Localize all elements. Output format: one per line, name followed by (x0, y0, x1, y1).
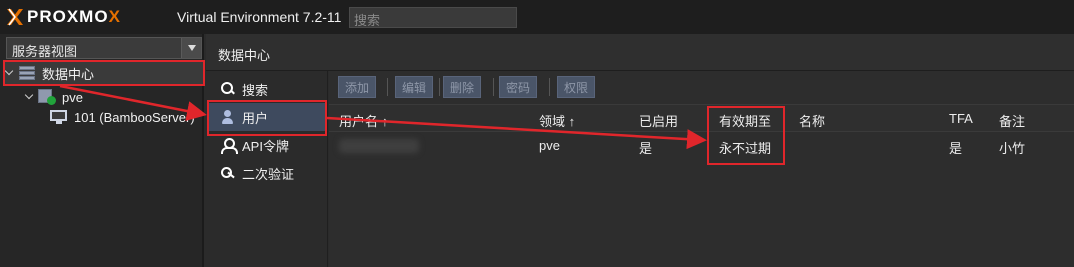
cell-enabled: 是 (639, 141, 653, 156)
cell-realm: pve (539, 138, 560, 153)
search-icon (220, 81, 236, 97)
cell-tfa: 是 (949, 141, 963, 156)
toolbar-separator (439, 78, 440, 96)
column-header-username[interactable]: 用户名 ↑ (339, 111, 388, 130)
add-button[interactable]: 添加 (338, 76, 376, 98)
column-header-enabled[interactable]: 已启用 (639, 111, 678, 130)
vm-monitor-icon (50, 110, 68, 124)
toolbar-separator (549, 78, 550, 96)
node-online-icon (38, 89, 56, 105)
toolbar-separator (493, 78, 494, 96)
logo-text: PROXMOX (27, 7, 121, 26)
breadcrumb-bar: 数据中心 (206, 34, 1074, 71)
proxmox-x-icon (6, 8, 24, 26)
column-header-comment[interactable]: 备注 (999, 111, 1025, 130)
annotation-box-datacenter (3, 60, 205, 86)
tree-item-label: 101 (BambooServer) (74, 109, 195, 125)
nav-item-label: 搜索 (242, 82, 269, 98)
chevron-down-icon[interactable] (24, 92, 34, 102)
users-toolbar: 添加 编辑 删除 密码 权限 (329, 71, 1074, 104)
tree-item-label: pve (62, 89, 83, 105)
edit-button[interactable]: 编辑 (395, 76, 433, 98)
key-icon (220, 165, 236, 181)
password-button[interactable]: 密码 (499, 76, 537, 98)
table-row[interactable]: pve 是 永不过期 是 小竹 (329, 132, 1074, 160)
annotation-box-users (207, 100, 327, 136)
tree-item-vm-101[interactable]: 101 (BambooServer) (50, 106, 195, 128)
nav-item-two-factor[interactable]: 二次验证 (208, 159, 326, 187)
top-header: PROXMOX Virtual Environment 7.2-11 搜索 (0, 0, 1074, 34)
product-title: Virtual Environment 7.2-11 (177, 9, 342, 25)
column-header-name[interactable]: 名称 (799, 111, 825, 130)
users-table-header: 用户名 ↑ 领域 ↑ 已启用 有效期至 名称 TFA 备注 (329, 104, 1074, 132)
main-panel: 数据中心 搜索 用户 API令牌 二次验证 添加 编辑 删除 密码 权限 用户名… (206, 34, 1074, 267)
delete-button[interactable]: 删除 (443, 76, 481, 98)
nav-item-search[interactable]: 搜索 (208, 75, 326, 103)
view-select-value: 服务器视图 (12, 45, 78, 60)
tree-item-node-pve[interactable]: pve (24, 86, 83, 108)
api-token-icon (220, 137, 238, 154)
proxmox-logo[interactable]: PROXMOX (6, 7, 121, 27)
toolbar-separator (387, 78, 388, 96)
chevron-down-icon[interactable] (181, 38, 201, 58)
annotation-box-expire (707, 106, 785, 165)
breadcrumb: 数据中心 (218, 48, 271, 63)
redacted-username (339, 139, 419, 153)
permissions-button[interactable]: 权限 (557, 76, 595, 98)
global-search-input[interactable]: 搜索 (349, 7, 517, 29)
users-content: 添加 编辑 删除 密码 权限 用户名 ↑ 领域 ↑ 已启用 有效期至 名称 TF… (329, 71, 1074, 267)
column-header-tfa[interactable]: TFA (949, 111, 973, 126)
cell-comment: 小竹 (999, 141, 1026, 156)
column-header-realm[interactable]: 领域 ↑ (539, 111, 575, 130)
nav-item-label: API令牌 (242, 138, 289, 154)
view-select[interactable]: 服务器视图 (6, 37, 202, 60)
nav-item-label: 二次验证 (242, 166, 295, 182)
